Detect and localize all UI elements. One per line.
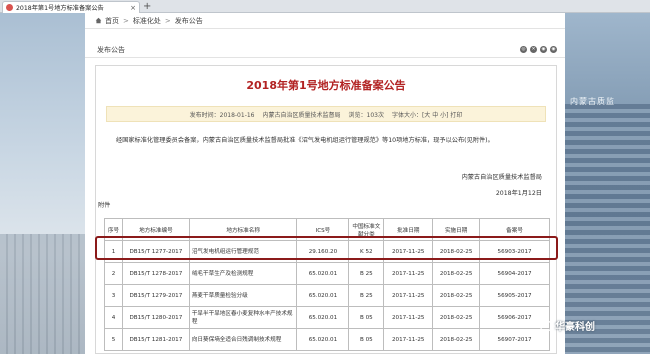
publish-time: 发布时间：2018-01-16 <box>189 111 255 119</box>
table-cell: B 25 <box>348 262 385 285</box>
table-cell: 65.020.01 <box>296 284 350 307</box>
publish-source: 内蒙古自治区质量技术监督局 <box>262 111 341 119</box>
close-icon[interactable]: ✕ <box>530 46 537 53</box>
section-header: 发布公告 ◎ ✕ ◉ ◉ <box>85 42 565 58</box>
home-icon <box>95 17 102 24</box>
background-building <box>565 104 650 354</box>
table-cell: 2017-11-25 <box>383 262 434 285</box>
table-cell: 2018-02-25 <box>432 284 481 307</box>
font-size-controls[interactable]: 字体大小：[大 中 小] 打印 <box>392 110 462 119</box>
tab-title: 2018年第1号地方标准备案公告 <box>16 5 104 12</box>
section-title: 发布公告 <box>97 45 125 54</box>
building-sign: 内蒙古质监 <box>570 97 615 106</box>
table-cell: B 05 <box>348 328 385 351</box>
table-cell: 65.020.01 <box>296 262 350 285</box>
browser-tab-bar: 2018年第1号地方标准备案公告 × + <box>0 0 650 13</box>
table-cell: B 25 <box>348 284 385 307</box>
breadcrumb-standardization[interactable]: 标准化处 <box>133 16 161 26</box>
table-cell: 2017-11-25 <box>383 328 434 351</box>
background-building <box>0 234 85 354</box>
breadcrumb: 首页 > 标准化处 > 发布公告 <box>85 13 565 29</box>
table-cell: 56905-2017 <box>479 284 550 307</box>
table-row: 5 DB15/T 1281-2017 向日葵保墒全适合日残调制技术规程 65.0… <box>104 328 550 351</box>
table-cell: 干旱半干旱地区春小麦复种水丰产技术规程 <box>188 306 298 329</box>
more-icon[interactable]: ◉ <box>550 46 557 53</box>
background-right <box>565 13 650 354</box>
table-cell: 5 <box>104 328 123 351</box>
row-highlight-box <box>95 236 558 260</box>
view-count: 浏览：103次 <box>348 111 384 119</box>
table-cell: 绒毛干草生产及检测规程 <box>188 262 298 285</box>
breadcrumb-home[interactable]: 首页 <box>105 16 119 26</box>
table-row: 2 DB15/T 1278-2017 绒毛干草生产及检测规程 65.020.01… <box>104 262 550 285</box>
notice-body: 经国家标准化管理委员会备案，内蒙古自治区质量技术监督局批准《沼气发电机组运行管理… <box>116 137 494 144</box>
notice-content: 2018年第1号地方标准备案公告 发布时间：2018-01-16 内蒙古自治区质… <box>95 65 557 354</box>
table-cell: 燕麦干草质量检验分级 <box>188 284 298 307</box>
watermark: ☺ 华豪科创 <box>540 318 595 333</box>
section-tools: ◎ ✕ ◉ ◉ <box>520 46 557 53</box>
table-cell: 2018-02-25 <box>432 328 481 351</box>
breadcrumb-separator: > <box>164 16 171 25</box>
breadcrumb-announcements[interactable]: 发布公告 <box>175 16 203 26</box>
table-cell: DB15/T 1280-2017 <box>121 306 190 329</box>
attachment-label: 附件 <box>98 202 111 209</box>
browser-tab[interactable]: 2018年第1号地方标准备案公告 × <box>2 1 140 13</box>
table-cell: B 05 <box>348 306 385 329</box>
page-container: 首页 > 标准化处 > 发布公告 发布公告 ◎ ✕ ◉ ◉ 2018年第1号地方… <box>85 13 565 354</box>
close-tab-icon[interactable]: × <box>130 4 136 12</box>
background-left <box>0 13 85 354</box>
table-cell: DB15/T 1281-2017 <box>121 328 190 351</box>
table-cell: 65.020.01 <box>296 306 350 329</box>
signing-date: 2018年1月12日 <box>495 190 542 197</box>
table-cell: 56907-2017 <box>479 328 550 351</box>
table-cell: 56906-2017 <box>479 306 550 329</box>
table-cell: 2017-11-25 <box>383 306 434 329</box>
notice-meta: 发布时间：2018-01-16 内蒙古自治区质量技术监督局 浏览：103次 字体… <box>106 106 546 122</box>
table-cell: 3 <box>104 284 123 307</box>
share-icon[interactable]: ◎ <box>520 46 527 53</box>
table-cell: 2018-02-25 <box>432 306 481 329</box>
notice-title: 2018年第1号地方标准备案公告 <box>246 79 406 92</box>
watermark-text: 华豪科创 <box>555 322 595 333</box>
table-cell: 2 <box>104 262 123 285</box>
new-tab-button[interactable]: + <box>143 0 151 13</box>
table-cell: 向日葵保墒全适合日残调制技术规程 <box>188 328 298 351</box>
wechat-icon: ☺ <box>540 319 552 332</box>
table-row: 3 DB15/T 1279-2017 燕麦干草质量检验分级 65.020.01 … <box>104 284 550 307</box>
table-cell: 56904-2017 <box>479 262 550 285</box>
print-icon[interactable]: ◉ <box>540 46 547 53</box>
favicon-icon <box>6 4 13 11</box>
table-cell: 2017-11-25 <box>383 284 434 307</box>
breadcrumb-separator: > <box>123 16 129 25</box>
table-row: 4 DB15/T 1280-2017 干旱半干旱地区春小麦复种水丰产技术规程 6… <box>104 306 550 329</box>
table-cell: 2018-02-25 <box>432 262 481 285</box>
table-cell: 65.020.01 <box>296 328 350 351</box>
table-cell: DB15/T 1278-2017 <box>121 262 190 285</box>
table-cell: DB15/T 1279-2017 <box>121 284 190 307</box>
signing-organization: 内蒙古自治区质量技术监督局 <box>461 174 542 181</box>
table-cell: 4 <box>104 306 123 329</box>
